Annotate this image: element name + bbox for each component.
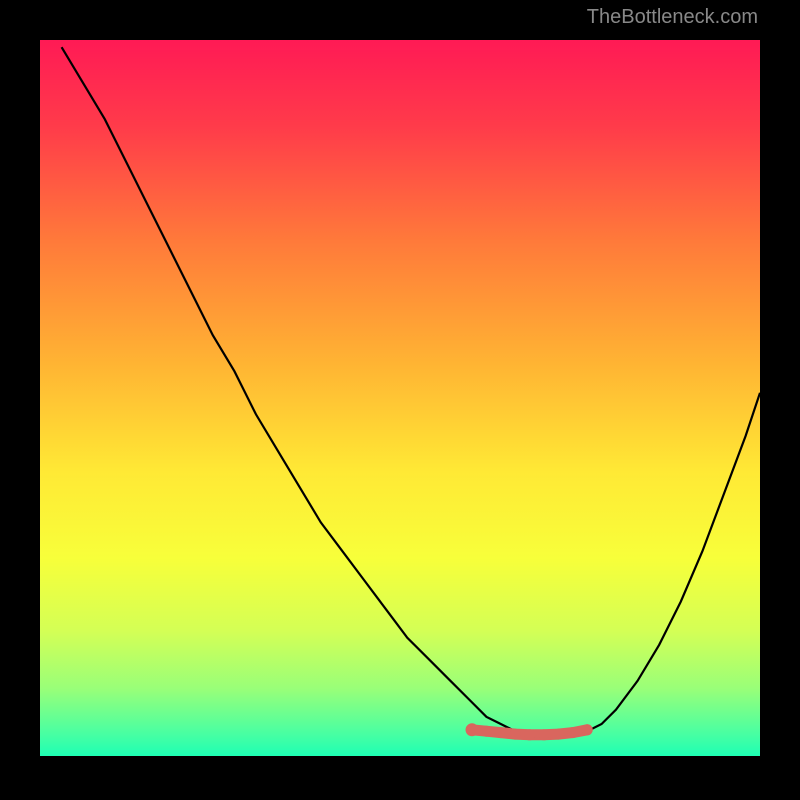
bottom-edge: [40, 756, 760, 760]
optimal-dot: [553, 729, 564, 740]
optimal-dot: [582, 724, 593, 735]
optimal-dot: [567, 727, 578, 738]
plot-area: [40, 40, 760, 760]
gradient-background: [40, 40, 760, 760]
optimal-dot: [466, 723, 479, 736]
optimal-dot: [539, 729, 550, 740]
optimal-dot: [481, 726, 492, 737]
watermark-text: TheBottleneck.com: [587, 6, 758, 29]
optimal-dot: [524, 729, 535, 740]
optimal-dot: [495, 727, 506, 738]
optimal-dot: [510, 729, 521, 740]
chart-svg: [40, 40, 760, 760]
